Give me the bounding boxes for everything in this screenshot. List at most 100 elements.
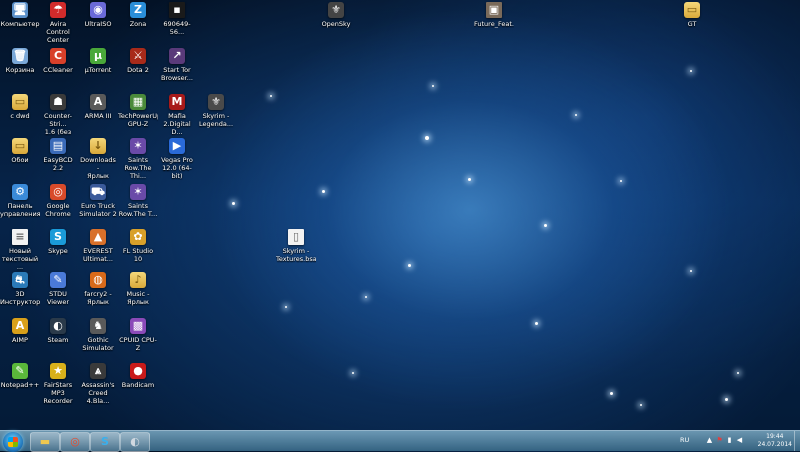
taskbar-explorer[interactable]: ▬	[30, 432, 60, 452]
desktop-icon-arma3[interactable]: A ARMA III	[78, 94, 118, 120]
chrome-icon: ◎	[50, 184, 66, 200]
icon-label: Zona	[129, 20, 147, 28]
desktop-icon-goat-simulator[interactable]: ♞ Gothic Simulator	[78, 318, 118, 352]
icon-label: Панель управления	[0, 202, 40, 218]
desktop-icon-farcry2[interactable]: ◍ farcry2 - Ярлык	[78, 272, 118, 306]
desktop-icon-saints-row-2[interactable]: ✶ Saints Row.The T...	[118, 184, 158, 218]
desktop-icon-wallpapers[interactable]: ▭ Обои	[0, 138, 40, 164]
show-desktop-button[interactable]	[794, 431, 800, 451]
icon-label: Skyrim - Textures.bsa	[276, 247, 316, 263]
icon-label: Euro Truck Simulator 2	[79, 202, 117, 218]
desktop-icon-image-690649[interactable]: ▪ 690649-56...	[157, 2, 197, 36]
icon-label: Vegas Pro 12.0 (64-bit)	[161, 156, 193, 180]
flag-icon[interactable]: ⚑	[716, 437, 723, 444]
desktop-icon-downloads[interactable]: ↓ Downloads - Ярлык	[78, 138, 118, 180]
icon-label: c dwd	[10, 112, 30, 120]
desktop-icon-notepad-plus[interactable]: ✎ Notepad++	[0, 363, 40, 389]
desktop-icon-skyrim-textures[interactable]: ▯ Skyrim - Textures.bsa	[276, 229, 316, 263]
fl-studio-icon: ✿	[130, 229, 146, 245]
desktop-icon-opensky[interactable]: ⚜ OpenSky	[316, 2, 356, 28]
desktop-icon-aimp[interactable]: A AIMP	[0, 318, 40, 344]
desktop-icon-steam[interactable]: ◐ Steam	[38, 318, 78, 344]
clock-time: 19:44	[766, 433, 784, 440]
skyrim-logo-icon: ⚜	[328, 2, 344, 18]
icon-label: AIMP	[12, 336, 28, 344]
desktop-icon-zona[interactable]: Z Zona	[118, 2, 158, 28]
desktop-icon-control-panel[interactable]: ⚙ Панель управления	[0, 184, 40, 218]
desktop-icon-c-dwd[interactable]: ▭ c dwd	[0, 94, 40, 120]
desktop-icon-fairstars[interactable]: ★ FairStars MP3 Recorder	[38, 363, 78, 405]
taskbar-steam[interactable]: ◐	[120, 432, 150, 452]
icon-label: Skype	[48, 247, 68, 255]
taskbar-skype[interactable]: S	[90, 432, 120, 452]
language-indicator[interactable]: RU	[680, 436, 689, 444]
windows-logo-icon	[8, 437, 18, 447]
counter-strike-icon: ☗	[50, 94, 66, 110]
chevron-up-icon[interactable]: ▲	[706, 437, 713, 444]
desktop-icon-saints-row-1[interactable]: ✶ Saints Row.The Thi...	[118, 138, 158, 180]
star	[690, 70, 692, 72]
icon-label: STDU Viewer	[46, 290, 70, 306]
star	[408, 264, 411, 267]
icon-label: Skyrim - Legenda...	[198, 112, 234, 128]
desktop-icon-euro-truck[interactable]: ⛟ Euro Truck Simulator 2	[78, 184, 118, 218]
desktop-icon-recycle-bin[interactable]: 🗑 Корзина	[0, 48, 40, 74]
easybcd-icon: ▤	[50, 138, 66, 154]
desktop-icon-skype[interactable]: S Skype	[38, 229, 78, 255]
network-icon[interactable]: ▮	[726, 437, 733, 444]
desktop-icon-music[interactable]: ♪ Music - Ярлык	[118, 272, 158, 306]
saints-row-icon: ✶	[130, 184, 146, 200]
desktop-icon-assassins-creed[interactable]: ⩓ Assassin's Creed 4.Bla...	[78, 363, 118, 405]
desktop-icon-bandicam[interactable]: ● Bandicam	[118, 363, 158, 389]
star	[725, 398, 728, 401]
skype-icon: S	[50, 229, 66, 245]
desktop-icon-skyrim-legendary[interactable]: ⚜ Skyrim - Legenda...	[196, 94, 236, 128]
taskbar: ▬ ◎ S ◐ RU ▲ ⚑ ▮ ◀ 19:44 24.07.2014	[0, 430, 800, 452]
star	[468, 178, 471, 181]
desktop-icon-ultraiso[interactable]: ◉ UltraISO	[78, 2, 118, 28]
desktop-icon-easybcd[interactable]: ▤ EasyBCD 2.2	[38, 138, 78, 172]
text-document-icon: ≡	[12, 229, 28, 245]
icon-label: TechPowerUp GPU-Z	[118, 112, 158, 128]
desktop-icon-tor-browser[interactable]: ↗ Start Tor Browser...	[157, 48, 197, 82]
icon-label: Assassin's Creed 4.Bla...	[81, 381, 115, 405]
everest-icon: ▲	[90, 229, 106, 245]
icon-label: Mafia 2.Digital D...	[163, 112, 191, 136]
desktop-icon-vegas-pro[interactable]: ▶ Vegas Pro 12.0 (64-bit)	[157, 138, 197, 180]
desktop-icon-gpuz[interactable]: ▦ TechPowerUp GPU-Z	[118, 94, 158, 128]
desktop-icon-chrome[interactable]: ◎ Google Chrome	[38, 184, 78, 218]
icon-label: Notepad++	[0, 381, 40, 389]
desktop-icon-gt[interactable]: ▭ GT	[672, 2, 712, 28]
desktop-icon-ccleaner[interactable]: C CCleaner	[38, 48, 78, 74]
desktop-icon-stdu-viewer[interactable]: ✎ STDU Viewer	[38, 272, 78, 306]
icon-label: Новый текстовый ...	[1, 247, 39, 271]
steam-icon: ◐	[50, 318, 66, 334]
desktop[interactable]: 🖥 Компьютер 🗑 Корзина ▭ c dwd ▭ Обои ⚙ П…	[0, 0, 800, 430]
desktop-icon-avira[interactable]: ☂ Avira Control Center	[38, 2, 78, 44]
desktop-icon-mafia2[interactable]: M Mafia 2.Digital D...	[157, 94, 197, 136]
start-button[interactable]	[3, 432, 23, 452]
star	[690, 270, 692, 272]
icon-label: FL Studio 10	[122, 247, 154, 263]
system-tray: RU ▲ ⚑ ▮ ◀ 19:44 24.07.2014	[660, 431, 800, 451]
clock[interactable]: 19:44 24.07.2014	[758, 433, 792, 449]
icon-label: FairStars MP3 Recorder	[43, 381, 73, 405]
desktop-icon-fl-studio[interactable]: ✿ FL Studio 10	[118, 229, 158, 263]
desktop-icon-counter-strike[interactable]: ☗ Counter-Stri... 1.6 (без акс...	[38, 94, 78, 136]
desktop-icon-3d-instructor[interactable]: ⛐ 3D Инструктор...	[0, 272, 40, 306]
star	[620, 180, 622, 182]
desktop-icon-dota2[interactable]: ⚔ Dota 2	[118, 48, 158, 74]
star	[270, 95, 272, 97]
clock-date: 24.07.2014	[757, 441, 792, 448]
desktop-icon-everest[interactable]: ▲ EVEREST Ultimat...	[78, 229, 118, 263]
taskbar-chrome[interactable]: ◎	[60, 432, 90, 452]
desktop-icon-new-text-document[interactable]: ≡ Новый текстовый ...	[0, 229, 40, 271]
desktop-icon-future-feat[interactable]: ▣ Future_Feat...	[474, 2, 514, 28]
volume-icon[interactable]: ◀	[736, 437, 743, 444]
desktop-icon-computer[interactable]: 🖥 Компьютер	[0, 2, 40, 28]
control-panel-icon: ⚙	[12, 184, 28, 200]
desktop-icon-utorrent[interactable]: µ µTorrent	[78, 48, 118, 74]
icon-label: Обои	[11, 156, 29, 164]
saints-row-icon: ✶	[130, 138, 146, 154]
desktop-icon-cpuz[interactable]: ▩ CPUID CPU-Z	[118, 318, 158, 352]
